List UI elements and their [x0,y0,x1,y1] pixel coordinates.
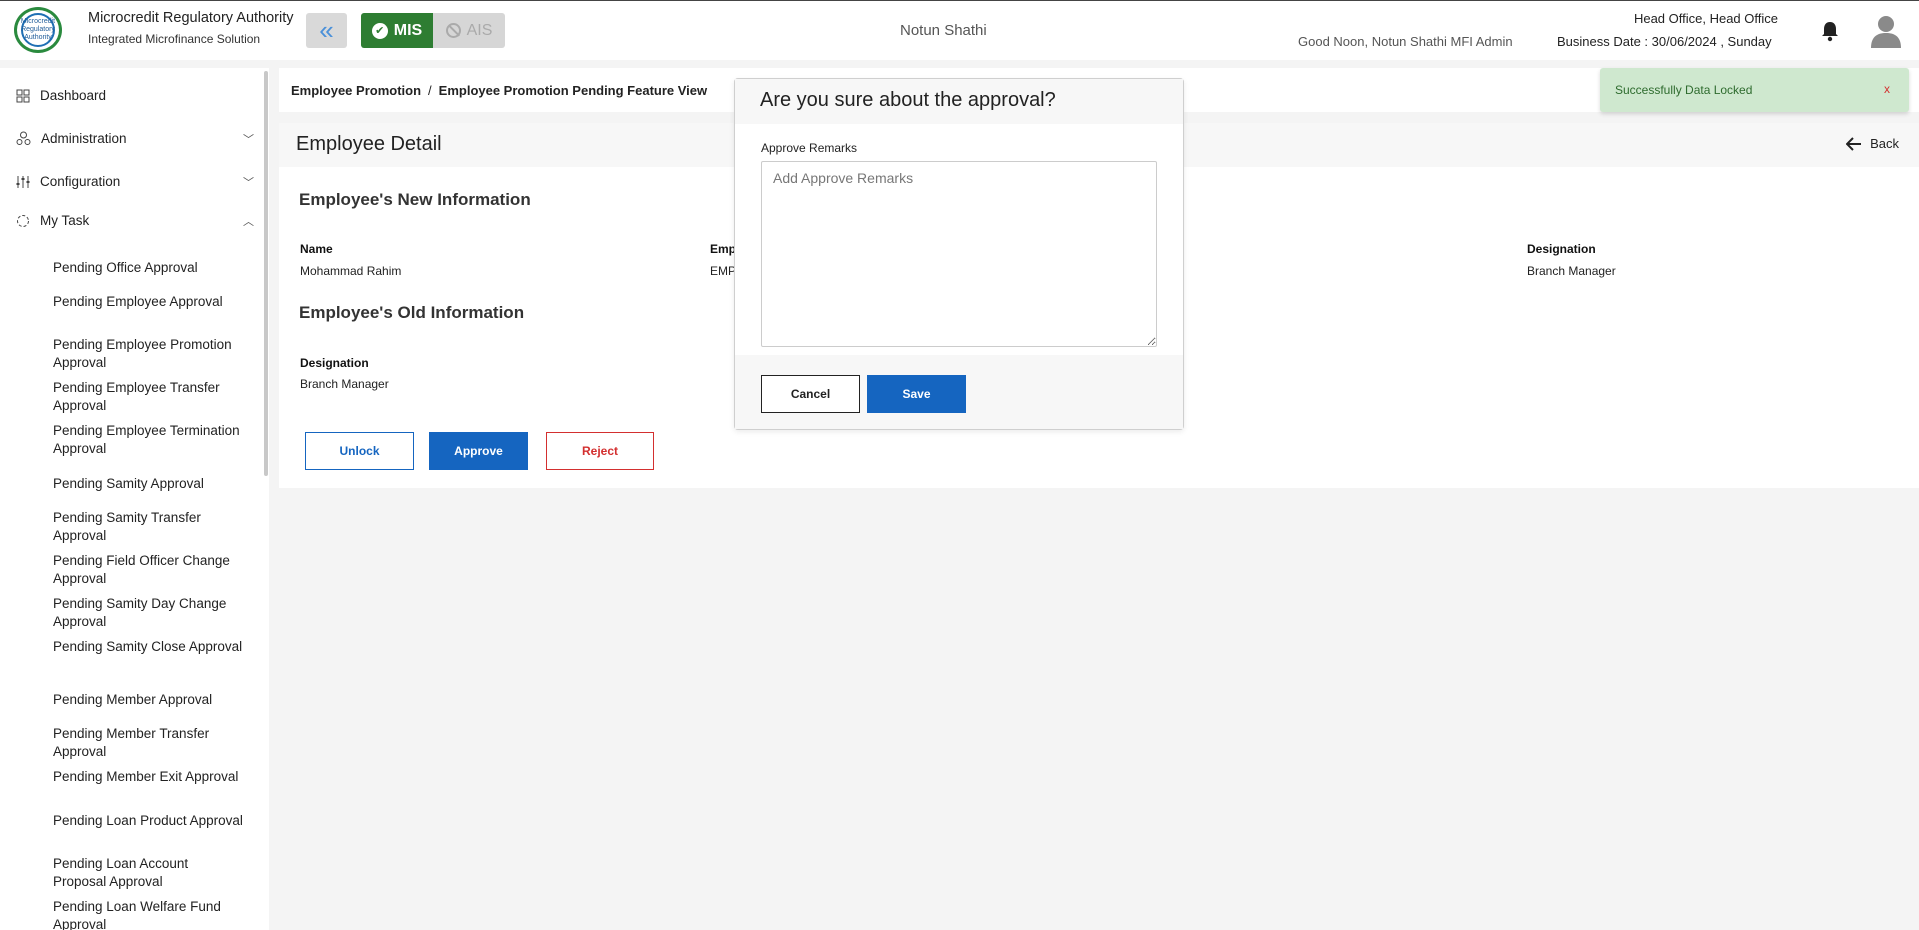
sidebar-subitem-pending-member-exit[interactable]: Pending Member Exit Approval [53,768,243,786]
sidebar-item-label: My Task [40,213,90,228]
sidebar-subitem-pending-samity[interactable]: Pending Samity Approval [53,475,243,493]
sidebar-item-my-task[interactable]: My Task ︿ [16,213,254,228]
page-title: Employee Detail [296,133,442,155]
employee-id-value: EMP [710,264,737,278]
ais-toggle-button[interactable]: AIS [433,13,505,48]
brand-title: Microcredit Regulatory Authority [88,10,294,26]
sidebar-subitem-pending-loan-account-proposal[interactable]: Pending Loan Account Proposal Approval [53,855,243,891]
mra-logo-text: Microcredit Regulatory Authority [21,13,55,47]
mis-toggle-button[interactable]: ✔ MIS [361,13,433,48]
chevron-up-icon: ︿ [243,215,254,228]
approve-remarks-label: Approve Remarks [761,141,858,155]
approve-button[interactable]: Approve [429,432,528,470]
mis-label: MIS [393,21,423,39]
sidebar-item-label: Configuration [40,174,121,189]
sidebar-item-dashboard[interactable]: Dashboard [16,88,254,103]
sidebar-subitem-pending-loan-welfare-fund[interactable]: Pending Loan Welfare Fund Approval [53,898,243,930]
chevron-down-icon: ﹀ [243,133,254,146]
old-info-title: Employee's Old Information [299,303,525,322]
success-toast: Successfully Data Locked x [1600,68,1909,112]
old-designation-label: Designation [300,356,369,370]
grid-icon [16,89,30,102]
sidebar-subitem-pending-employee-termination[interactable]: Pending Employee Termination Approval [53,422,243,458]
new-info-title: Employee's New Information [299,190,531,209]
modal-footer: Cancel Save [735,355,1183,429]
sidebar-item-label: Administration [41,131,127,146]
sidebar-item-configuration[interactable]: Configuration ﹀ [16,174,254,189]
sidebar-subitem-pending-samity-transfer[interactable]: Pending Samity Transfer Approval [53,509,243,545]
new-designation-label: Designation [1527,242,1596,256]
collapse-sidebar-button[interactable]: « [306,13,347,48]
arrow-left-icon [1846,136,1862,151]
business-date: Business Date : 30/06/2024 , Sunday [1557,34,1772,49]
sidebar-subitem-pending-employee-promotion[interactable]: Pending Employee Promotion Approval [53,336,243,372]
organization-name: Notun Shathi [900,22,987,39]
sidebar-item-label: Dashboard [40,88,107,103]
user-avatar-icon[interactable] [1870,14,1902,48]
mra-logo: Microcredit Regulatory Authority [14,7,62,53]
breadcrumb-parent[interactable]: Employee Promotion [291,83,421,98]
sidebar: Dashboard Administration ﹀ Configuration… [0,68,269,930]
employee-id-label: Emp [710,242,737,256]
back-button[interactable]: Back [1846,136,1899,151]
reject-button[interactable]: Reject [546,432,654,470]
modal-title: Are you sure about the approval? [760,89,1056,111]
chevron-down-icon: ﹀ [243,176,254,189]
cancel-button[interactable]: Cancel [761,375,860,413]
save-button[interactable]: Save [867,375,966,413]
breadcrumb-current: Employee Promotion Pending Feature View [438,82,708,98]
approval-modal: Are you sure about the approval? Approve… [734,78,1184,430]
new-designation-value: Branch Manager [1527,264,1616,278]
toast-close-button[interactable]: x [1884,82,1890,96]
name-value: Mohammad Rahim [300,264,402,278]
name-label: Name [300,242,333,256]
toast-message: Successfully Data Locked [1615,83,1753,97]
sidebar-subitem-pending-employee[interactable]: Pending Employee Approval [53,293,243,311]
sidebar-item-administration[interactable]: Administration ﹀ [16,131,254,146]
back-label: Back [1870,136,1899,151]
sidebar-subitem-pending-samity-day-change[interactable]: Pending Samity Day Change Approval [53,595,243,631]
unlock-button[interactable]: Unlock [305,432,414,470]
bell-icon[interactable] [1820,20,1840,42]
sidebar-subitem-pending-samity-close[interactable]: Pending Samity Close Approval [53,638,243,656]
ban-icon [445,23,461,38]
greeting-text: Good Noon, Notun Shathi MFI Admin [1298,34,1513,49]
sliders-icon [16,175,30,188]
admin-icon [16,131,31,145]
sidebar-subitem-pending-member-transfer[interactable]: Pending Member Transfer Approval [53,725,243,761]
check-circle-icon: ✔ [371,22,388,39]
sidebar-scrollbar[interactable] [264,71,268,476]
sidebar-subitem-pending-member[interactable]: Pending Member Approval [53,691,243,709]
task-icon [17,214,29,227]
breadcrumb-separator: / [428,82,432,98]
office-name: Head Office, Head Office [1633,11,1778,26]
old-designation-value: Branch Manager [300,377,389,391]
approve-remarks-input[interactable] [761,161,1157,347]
sidebar-subitem-pending-field-officer-change[interactable]: Pending Field Officer Change Approval [53,552,243,588]
brand-subtitle: Integrated Microfinance Solution [88,32,261,46]
sidebar-subitem-pending-employee-transfer[interactable]: Pending Employee Transfer Approval [53,379,243,415]
double-chevron-left-icon: « [319,15,334,45]
ais-label: AIS [466,21,493,39]
sidebar-subitem-pending-loan-product[interactable]: Pending Loan Product Approval [53,812,243,830]
sidebar-subitem-pending-office[interactable]: Pending Office Approval [53,259,243,277]
top-header: Microcredit Regulatory Authority Microcr… [0,0,1919,60]
